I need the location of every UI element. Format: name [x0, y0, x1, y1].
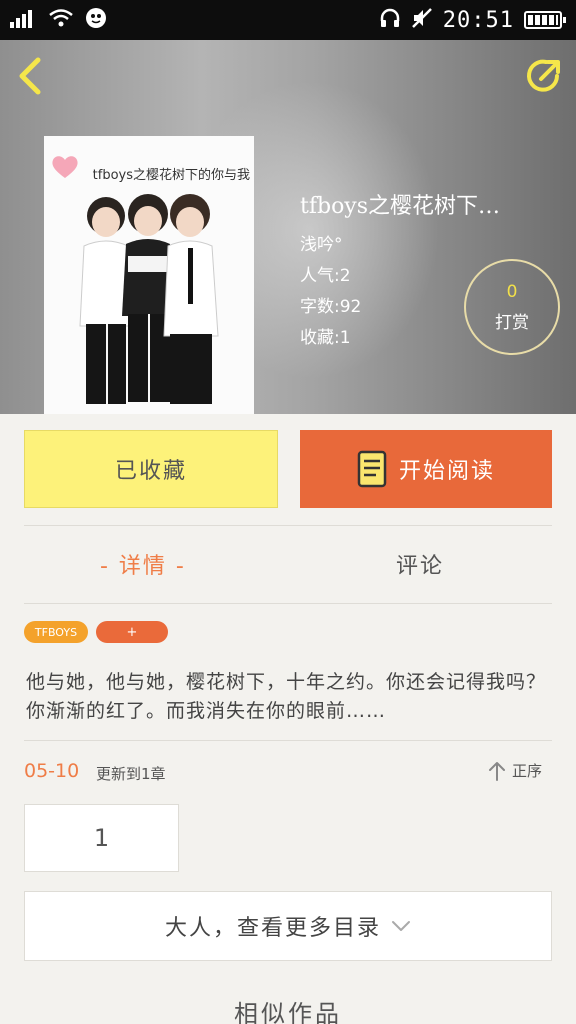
book-icon — [357, 450, 387, 488]
tab-comments[interactable]: 评论 — [396, 548, 444, 580]
reward-count: 0 — [506, 281, 518, 302]
view-more-catalog-label: 大人，查看更多目录 — [164, 916, 381, 941]
app-notification-icon — [84, 6, 108, 34]
sort-order-button[interactable]: 正序 — [488, 760, 542, 781]
status-bar: 20:51 — [0, 0, 576, 40]
divider — [24, 740, 552, 741]
tab-details[interactable]: - 详情 - — [100, 548, 186, 580]
book-summary: 他与她，他与她，樱花树下，十年之约。你还会记得我吗？你渐渐的红了。而我消失在你的… — [26, 671, 547, 722]
back-button[interactable] — [10, 54, 50, 98]
cover-illustration — [79, 194, 219, 404]
author-name[interactable]: 浅吟° — [300, 230, 460, 255]
divider — [24, 525, 552, 526]
collected-button[interactable]: 已收藏 — [24, 430, 278, 508]
start-reading-label: 开始阅读 — [398, 459, 495, 484]
favorites-stat: 收藏:1 — [300, 328, 351, 348]
signal-icon — [10, 8, 38, 32]
wifi-icon — [48, 8, 74, 32]
sort-order-label: 正序 — [512, 762, 543, 780]
battery-icon — [524, 11, 566, 29]
chevron-down-icon — [392, 921, 410, 931]
headphone-icon — [379, 7, 401, 33]
book-cover[interactable]: tfboys之樱花树下的你与我 — [44, 136, 254, 414]
divider — [24, 603, 552, 604]
arrow-up-icon — [489, 761, 505, 781]
tag-tfboys[interactable]: TFBOYS — [24, 621, 88, 643]
similar-works-heading: 相似作品 — [234, 1000, 342, 1024]
reward-label: 打赏 — [495, 312, 529, 333]
share-button[interactable] — [524, 56, 564, 96]
word-count-stat: 字数:92 — [300, 297, 362, 317]
clock: 20:51 — [442, 7, 514, 33]
book-header: tfboys之樱花树下的你与我 tfboys之樱花树下… 浅吟° 人气:2 字数… — [0, 40, 576, 414]
start-reading-button[interactable]: 开始阅读 — [300, 430, 552, 508]
update-text: 更新到1章 — [96, 765, 166, 783]
view-more-catalog-button[interactable]: 大人，查看更多目录 — [24, 891, 552, 961]
share-icon — [527, 59, 560, 92]
add-tag-button[interactable]: + — [96, 621, 168, 643]
update-date: 05-10 — [24, 760, 80, 782]
book-title: tfboys之樱花树下… — [300, 194, 501, 219]
back-arrow-icon — [19, 57, 41, 95]
mute-icon — [411, 7, 433, 33]
reward-button[interactable]: 0 打赏 — [464, 259, 560, 355]
popularity-stat: 人气:2 — [300, 266, 351, 286]
chapter-item[interactable]: 1 — [24, 804, 179, 872]
